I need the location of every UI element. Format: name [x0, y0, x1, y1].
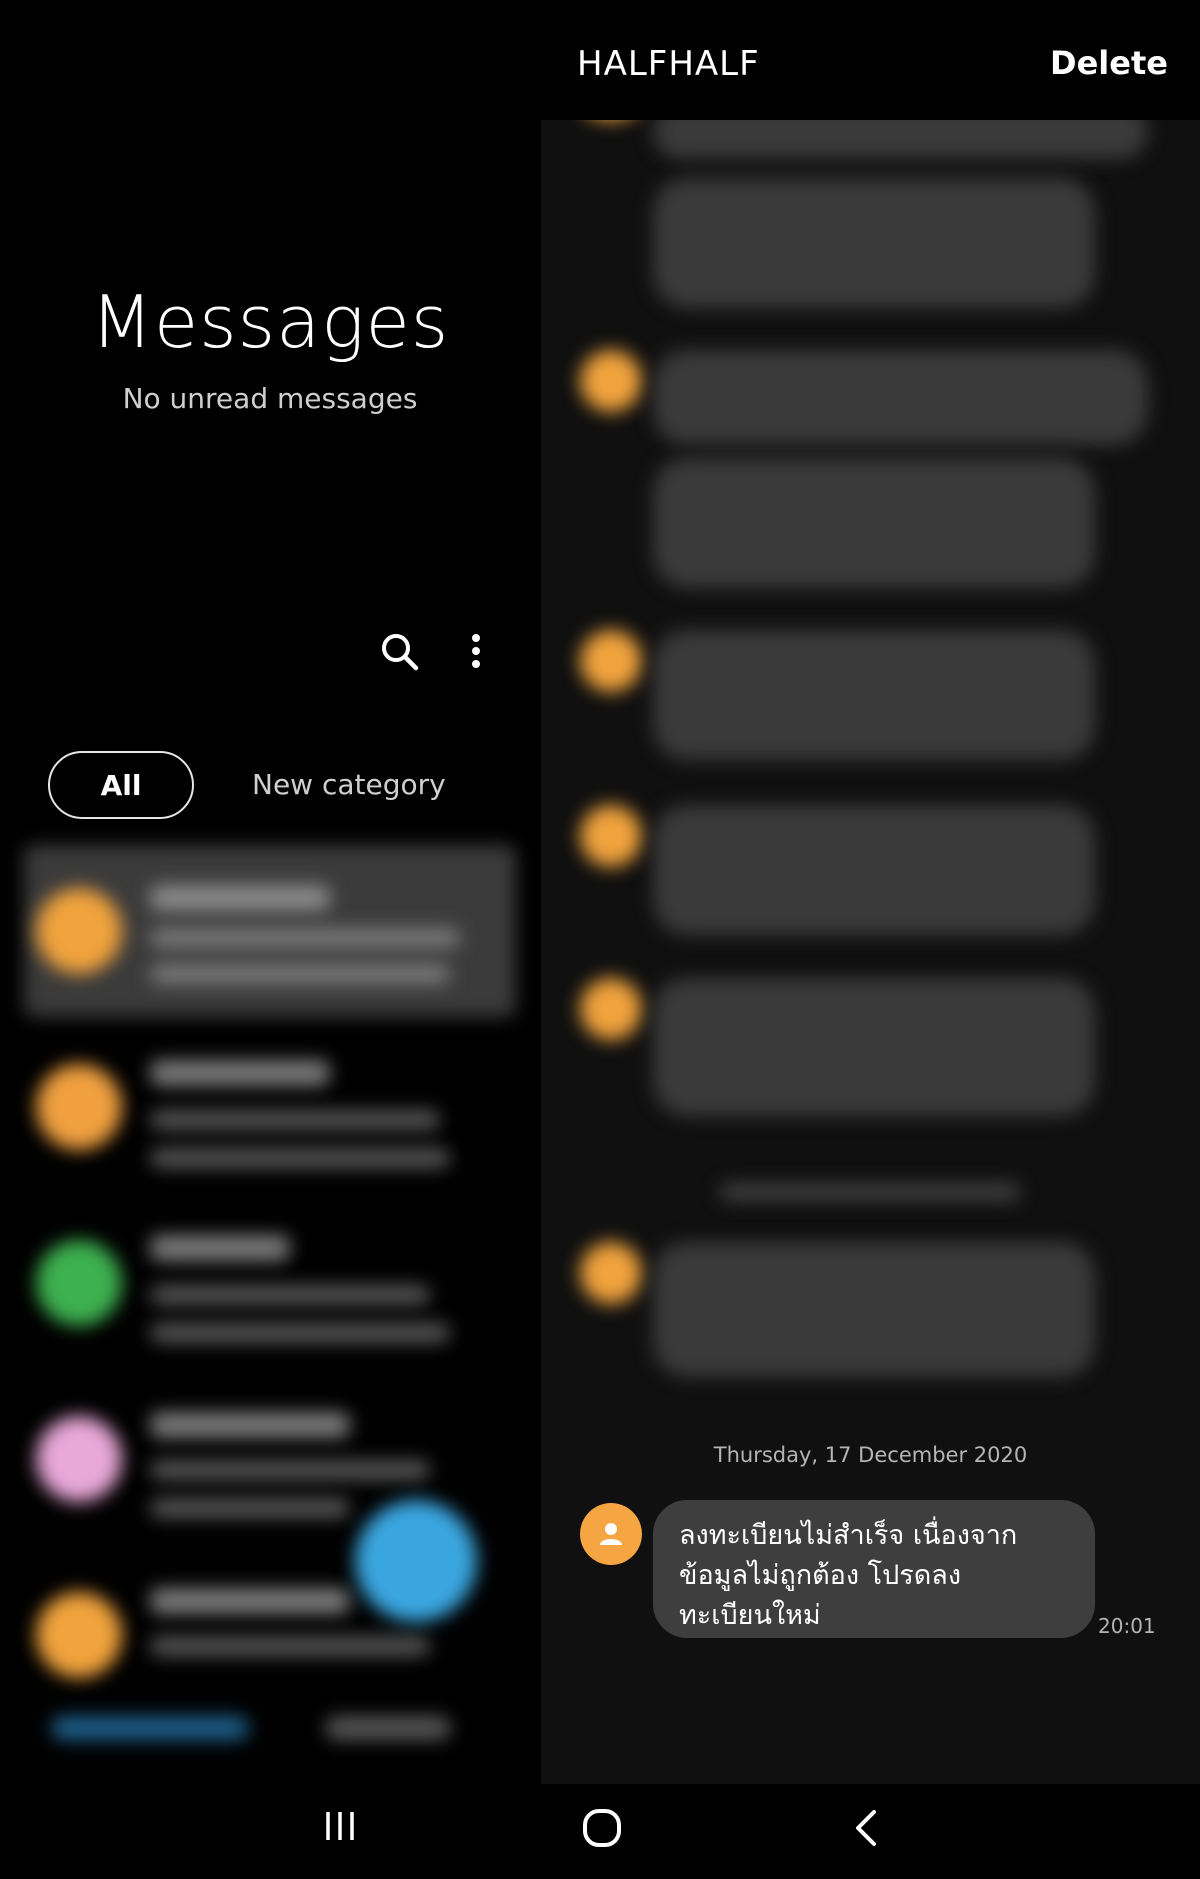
- message-text-line: ทะเบียนใหม่: [679, 1600, 821, 1631]
- conversation-line: [150, 1323, 450, 1343]
- message-bubble: [653, 1242, 1095, 1377]
- message-avatar: [580, 978, 642, 1040]
- conversation-line: [150, 1636, 430, 1656]
- unread-status: No unread messages: [122, 382, 418, 415]
- conversation-line: [150, 885, 330, 911]
- message-avatar: [580, 630, 642, 692]
- conversation-line: [150, 1460, 430, 1480]
- conversation-avatar[interactable]: [36, 1592, 122, 1678]
- conversation-avatar[interactable]: [36, 1416, 122, 1502]
- conversation-line: [150, 1148, 450, 1168]
- date-separator: Thursday, 17 December 2020: [713, 1443, 1028, 1467]
- tab-all[interactable]: All: [48, 751, 194, 819]
- message-bubble: [653, 978, 1095, 1116]
- message-time: 20:01: [1098, 1614, 1156, 1638]
- conversation-line: [150, 1285, 430, 1305]
- tab-new-category-label: New category: [252, 768, 446, 801]
- conversation-line: [150, 1412, 350, 1438]
- page-title: Messages: [90, 280, 450, 364]
- message-bubble-latest[interactable]: ลงทะเบียนไม่สำเร็จ เนื่องจาก ข้อมูลไม่ถู…: [653, 1500, 1095, 1638]
- conversation-line: [150, 1235, 290, 1261]
- more-vertical-icon[interactable]: [466, 630, 486, 674]
- conversation-avatar: [36, 888, 122, 974]
- bottom-tab-contacts[interactable]: [326, 1716, 450, 1740]
- message-avatar: [580, 350, 642, 412]
- system-nav-bar: [0, 1784, 1200, 1879]
- compose-button[interactable]: [355, 1500, 477, 1622]
- message-bubble: [653, 178, 1095, 308]
- bottom-tab-conversations[interactable]: [52, 1716, 248, 1740]
- recents-icon[interactable]: [320, 1806, 360, 1846]
- tab-new-category[interactable]: New category: [252, 768, 446, 801]
- conversation-avatar[interactable]: [36, 1240, 122, 1326]
- delete-button[interactable]: Delete: [1050, 44, 1168, 82]
- tab-all-label: All: [100, 768, 142, 802]
- message-avatar: [580, 805, 642, 867]
- message-avatar: [580, 1242, 642, 1304]
- search-icon[interactable]: [378, 630, 422, 674]
- conversation-list-pane: Messages No unread messages All New cate…: [0, 0, 540, 1784]
- person-icon: [600, 1523, 622, 1545]
- message-bubble: [653, 805, 1095, 935]
- date-separator-blurred: [720, 1184, 1020, 1200]
- back-icon[interactable]: [850, 1806, 882, 1850]
- message-bubble: [653, 458, 1095, 588]
- conversation-avatar[interactable]: [36, 1064, 122, 1150]
- conversation-line: [150, 1060, 330, 1086]
- conversation-title: HALFHALF: [577, 44, 760, 84]
- conversation-line: [150, 928, 460, 948]
- home-icon[interactable]: [580, 1806, 624, 1850]
- message-text-line: ข้อมูลไม่ถูกต้อง โปรดลง: [679, 1560, 962, 1591]
- sender-avatar[interactable]: [580, 1503, 642, 1565]
- message-text-line: ลงทะเบียนไม่สำเร็จ เนื่องจาก: [679, 1520, 1018, 1551]
- conversation-line: [150, 1110, 440, 1130]
- conversation-line: [150, 1588, 350, 1614]
- message-bubble: [653, 350, 1148, 445]
- message-bubble: [653, 630, 1095, 760]
- conversation-line: [150, 964, 450, 984]
- conversation-line: [150, 1498, 350, 1518]
